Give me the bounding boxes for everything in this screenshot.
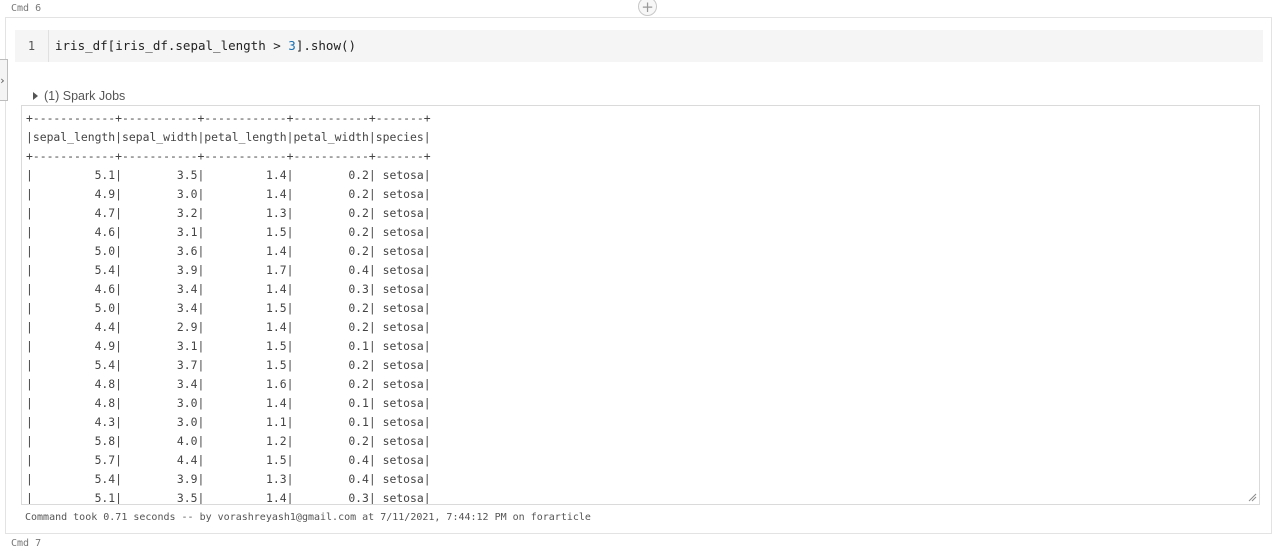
code-text: iris_df[iris_df.sepal_length > <box>55 38 289 53</box>
table-row: | 5.0| 3.4| 1.5| 0.2| setosa| <box>26 301 431 315</box>
add-cell-button[interactable]: + <box>638 0 657 16</box>
table-row: | 5.1| 3.5| 1.4| 0.3| setosa| <box>26 491 431 505</box>
table-row: | 4.8| 3.4| 1.6| 0.2| setosa| <box>26 377 431 391</box>
table-row: | 5.0| 3.6| 1.4| 0.2| setosa| <box>26 244 431 258</box>
table-row: | 4.7| 3.2| 1.3| 0.2| setosa| <box>26 206 431 220</box>
code-line[interactable]: iris_df[iris_df.sepal_length > 3].show() <box>55 30 356 62</box>
table-row: | 5.4| 3.9| 1.3| 0.4| setosa| <box>26 472 431 486</box>
table-border: +------------+-----------+------------+-… <box>26 111 431 125</box>
table-row: | 5.7| 4.4| 1.5| 0.4| setosa| <box>26 453 431 467</box>
command-status: Command took 0.71 seconds -- by vorashre… <box>25 512 591 523</box>
expand-caret-icon <box>33 92 38 100</box>
cell-command-label: Cmd 6 <box>11 3 42 14</box>
notebook-page: Cmd 6 + 1 iris_df[iris_df.sepal_length >… <box>0 0 1277 547</box>
code-number-literal: 3 <box>288 38 296 53</box>
table-row: | 5.8| 4.0| 1.2| 0.2| setosa| <box>26 434 431 448</box>
line-number: 1 <box>15 30 49 62</box>
table-row: | 4.8| 3.0| 1.4| 0.1| setosa| <box>26 396 431 410</box>
table-row: | 4.6| 3.4| 1.4| 0.3| setosa| <box>26 282 431 296</box>
resize-handle-icon[interactable] <box>1248 493 1257 502</box>
table-row: | 4.9| 3.1| 1.5| 0.1| setosa| <box>26 339 431 353</box>
table-row: | 5.4| 3.9| 1.7| 0.4| setosa| <box>26 263 431 277</box>
code-editor[interactable]: 1 iris_df[iris_df.sepal_length > 3].show… <box>15 30 1263 62</box>
sidebar-toggle-chevron-right-icon[interactable]: › <box>0 59 8 101</box>
spark-jobs-toggle[interactable]: (1) Spark Jobs <box>33 88 125 104</box>
table-row: | 5.1| 3.5| 1.4| 0.2| setosa| <box>26 168 431 182</box>
table-row: | 4.3| 3.0| 1.1| 0.1| setosa| <box>26 415 431 429</box>
output-area: +------------+-----------+------------+-… <box>21 105 1260 505</box>
table-row: | 4.9| 3.0| 1.4| 0.2| setosa| <box>26 187 431 201</box>
table-header-row: |sepal_length|sepal_width|petal_length|p… <box>26 130 431 144</box>
dataframe-output-table: +------------+-----------+------------+-… <box>26 109 431 505</box>
table-row: | 4.6| 3.1| 1.5| 0.2| setosa| <box>26 225 431 239</box>
next-cell-command-label: Cmd 7 <box>11 538 42 547</box>
table-row: | 5.4| 3.7| 1.5| 0.2| setosa| <box>26 358 431 372</box>
table-border: +------------+-----------+------------+-… <box>26 149 431 163</box>
spark-jobs-label: (1) Spark Jobs <box>44 89 126 103</box>
table-row: | 4.4| 2.9| 1.4| 0.2| setosa| <box>26 320 431 334</box>
notebook-cell: 1 iris_df[iris_df.sepal_length > 3].show… <box>5 17 1272 534</box>
code-text-end: ].show() <box>295 38 357 53</box>
